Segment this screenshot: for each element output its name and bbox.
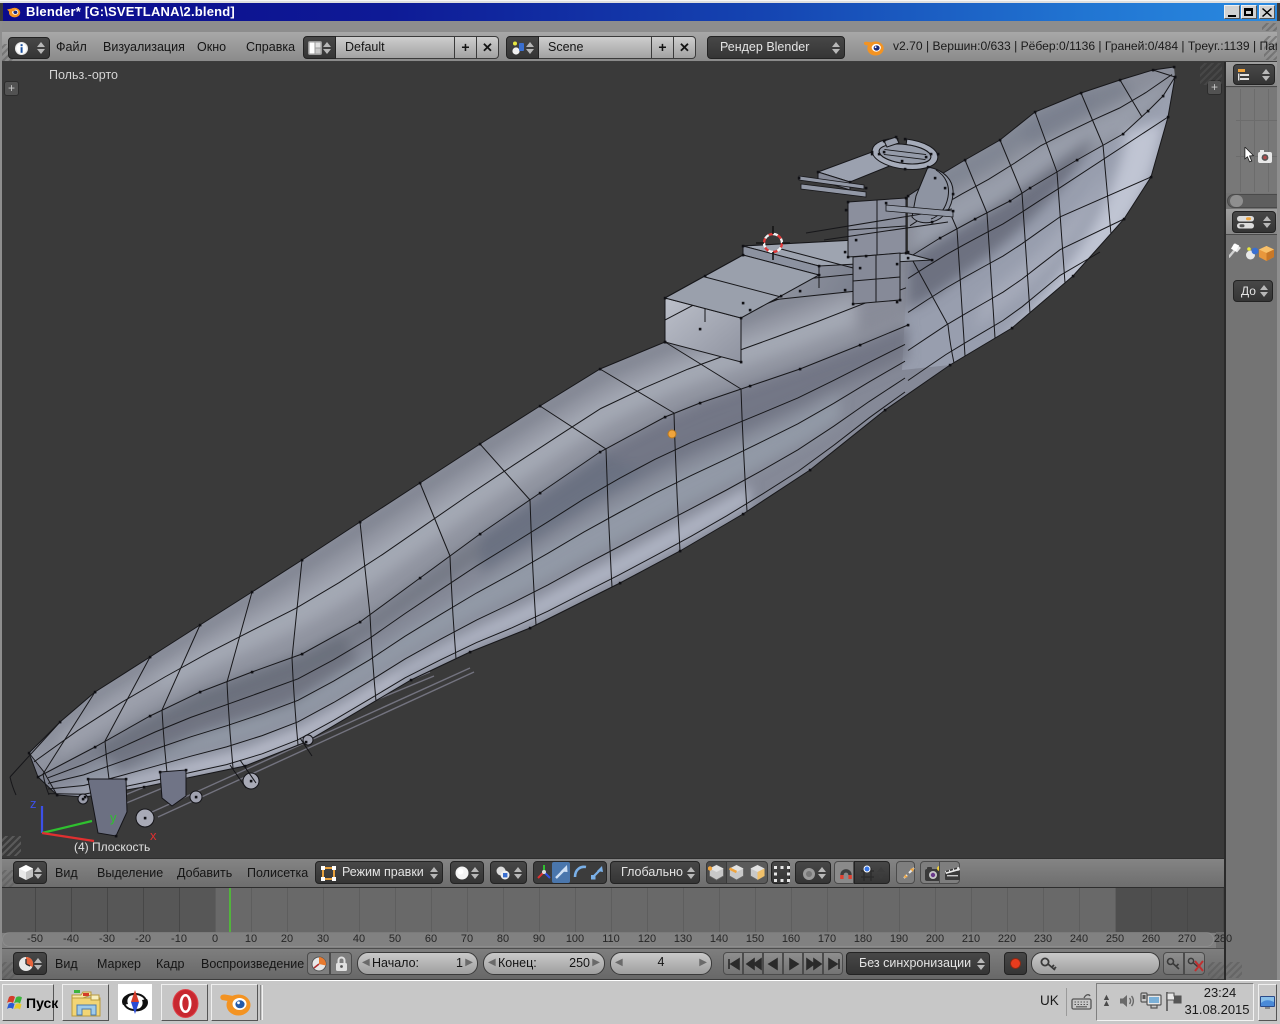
svg-text:x: x [150, 828, 157, 843]
svg-text:y: y [110, 810, 117, 825]
svg-text:z: z [30, 796, 37, 811]
